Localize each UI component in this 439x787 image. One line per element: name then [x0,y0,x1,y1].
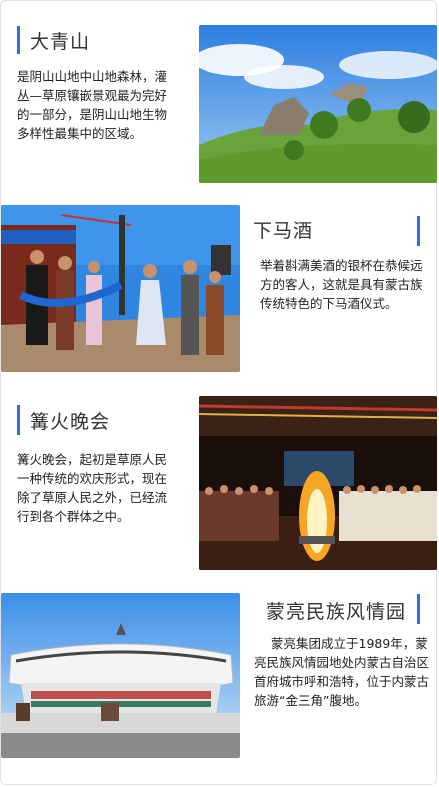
section-title-wrap: 下马酒 [253,216,313,243]
section-title-wrap: 篝火晚会 [17,405,110,435]
section-title-wrap: 蒙亮民族风情园 [266,597,406,624]
accent-bar [17,26,20,54]
bonfire-party-photo [199,396,437,570]
section-description: 篝火晚会，起初是草原人民一种传统的欢庆形式，现在除了草原人民之外，已经流行到各个… [17,452,168,524]
section-title: 下马酒 [253,220,314,242]
section-title: 大青山 [30,30,91,53]
accent-bar [417,594,420,624]
mountain-landscape-photo [199,25,437,183]
section-description: 蒙亮集团成立于1989年，蒙亮民族风情园地处内蒙古自治区首府城市呼和浩特，位于内… [254,636,430,708]
accent-bar [417,216,420,246]
section-description: 是阴山山地中山地森林，灌丛—草原镶嵌景观最为完好的一部分，是阴山山地生物多样性最… [17,69,168,141]
section-title-wrap: 大青山 [17,26,90,54]
welcome-ceremony-photo [1,205,240,372]
section-description: 举着斟满美酒的银杯在恭候远方的客人，这就是具有蒙古族传统特色的下马酒仪式。 [260,258,423,311]
accent-bar [17,405,20,435]
section-title: 蒙亮民族风情园 [266,601,407,623]
section-title: 篝火晚会 [30,410,111,433]
folk-park-building-photo [1,593,240,758]
